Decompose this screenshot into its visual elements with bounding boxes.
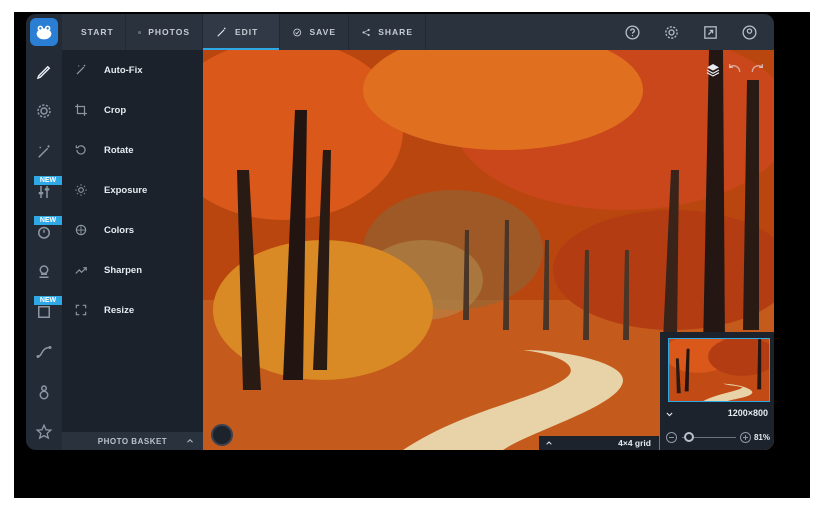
- chevron-down-icon[interactable]: [665, 410, 674, 419]
- tool-resize[interactable]: Resize: [62, 298, 203, 322]
- stamp-icon[interactable]: [32, 260, 56, 284]
- tool-colors[interactable]: Colors: [62, 218, 203, 242]
- tool-exposure[interactable]: Exposure: [62, 178, 203, 202]
- fullscreen-icon[interactable]: [700, 22, 720, 42]
- photo-editor-window: NEW NEW NEW START PHOTOS EDIT SAVE SHARE…: [26, 14, 774, 450]
- tool-label: Crop: [104, 104, 127, 116]
- tab-photos[interactable]: PHOTOS: [126, 14, 203, 50]
- share-icon: [362, 28, 370, 36]
- rotate-icon: [74, 143, 88, 157]
- tool-label: Exposure: [104, 184, 148, 196]
- sun-icon: [74, 183, 88, 197]
- star-icon[interactable]: [32, 420, 56, 444]
- tool-label: Resize: [104, 304, 135, 316]
- help-icon[interactable]: [622, 22, 642, 42]
- zoom-out-icon[interactable]: [666, 432, 677, 443]
- magic-wand-icon: [74, 63, 88, 77]
- account-icon[interactable]: [739, 22, 759, 42]
- tool-rotate[interactable]: Rotate: [62, 138, 203, 162]
- tab-label: PHOTOS: [148, 27, 190, 37]
- zoom-in-icon[interactable]: [740, 432, 751, 443]
- magic-wand-icon: [217, 27, 226, 37]
- top-nav: START PHOTOS EDIT SAVE SHARE: [62, 14, 774, 50]
- image-resolution: 1200×800: [727, 408, 768, 418]
- zoom-control: 81%: [660, 425, 774, 450]
- tool-label: Sharpen: [104, 264, 143, 276]
- timer-icon[interactable]: [32, 220, 56, 244]
- tool-sharpen[interactable]: Sharpen: [62, 258, 203, 282]
- tab-label: SHARE: [378, 27, 413, 37]
- edit-tools-panel: Auto-Fix Crop Rotate Exposure Colors Sha…: [62, 50, 203, 450]
- tool-label: Rotate: [104, 144, 134, 156]
- curve-icon[interactable]: [32, 340, 56, 364]
- color-wheel-icon: [74, 223, 88, 237]
- sliders-icon[interactable]: [32, 180, 56, 204]
- resize-icon: [74, 303, 88, 317]
- navigator-panel: 1200×800 81%: [660, 332, 774, 450]
- tool-label: Auto-Fix: [104, 64, 143, 76]
- settings-icon[interactable]: [661, 22, 681, 42]
- frame-icon[interactable]: [32, 300, 56, 324]
- redo-icon[interactable]: [749, 62, 767, 80]
- crop-icon: [74, 103, 88, 117]
- photo-basket-label: PHOTO BASKET: [97, 436, 168, 446]
- image-icon: [138, 30, 141, 34]
- tab-share[interactable]: SHARE: [349, 14, 426, 50]
- tab-save[interactable]: SAVE: [280, 14, 349, 50]
- check-circle-icon: [293, 28, 302, 36]
- snowman-icon[interactable]: [32, 380, 56, 404]
- zoom-percentage: 81%: [753, 433, 770, 442]
- photo-canvas[interactable]: 4×4 grid 1200×800 81%: [203, 50, 774, 450]
- tab-edit[interactable]: EDIT: [203, 14, 280, 50]
- tab-label: SAVE: [309, 27, 336, 37]
- tab-label: START: [81, 27, 114, 37]
- zoom-slider-handle[interactable]: [683, 432, 694, 442]
- photo-basket-bar[interactable]: PHOTO BASKET: [62, 432, 203, 450]
- tool-rail: NEW NEW NEW: [26, 14, 62, 450]
- frog-logo-icon[interactable]: [30, 18, 58, 46]
- color-picker-button[interactable]: [211, 424, 233, 446]
- tool-label: Colors: [104, 224, 135, 236]
- undo-icon[interactable]: [727, 62, 745, 80]
- pencil-icon[interactable]: [32, 60, 56, 84]
- sharpen-icon: [74, 263, 88, 277]
- chevron-up-icon[interactable]: [545, 439, 553, 447]
- grid-selector[interactable]: 4×4 grid: [539, 436, 659, 450]
- grid-label: 4×4 grid: [618, 438, 651, 448]
- tool-auto-fix[interactable]: Auto-Fix: [62, 58, 203, 82]
- tab-start[interactable]: START: [62, 14, 126, 50]
- layers-icon[interactable]: [705, 62, 723, 80]
- tab-label: EDIT: [235, 27, 259, 37]
- navigator-thumbnail[interactable]: [668, 338, 770, 402]
- gear-icon[interactable]: [32, 99, 56, 123]
- tool-crop[interactable]: Crop: [62, 98, 203, 122]
- magic-wand-icon[interactable]: [32, 140, 56, 164]
- chevron-up-icon[interactable]: [185, 436, 195, 446]
